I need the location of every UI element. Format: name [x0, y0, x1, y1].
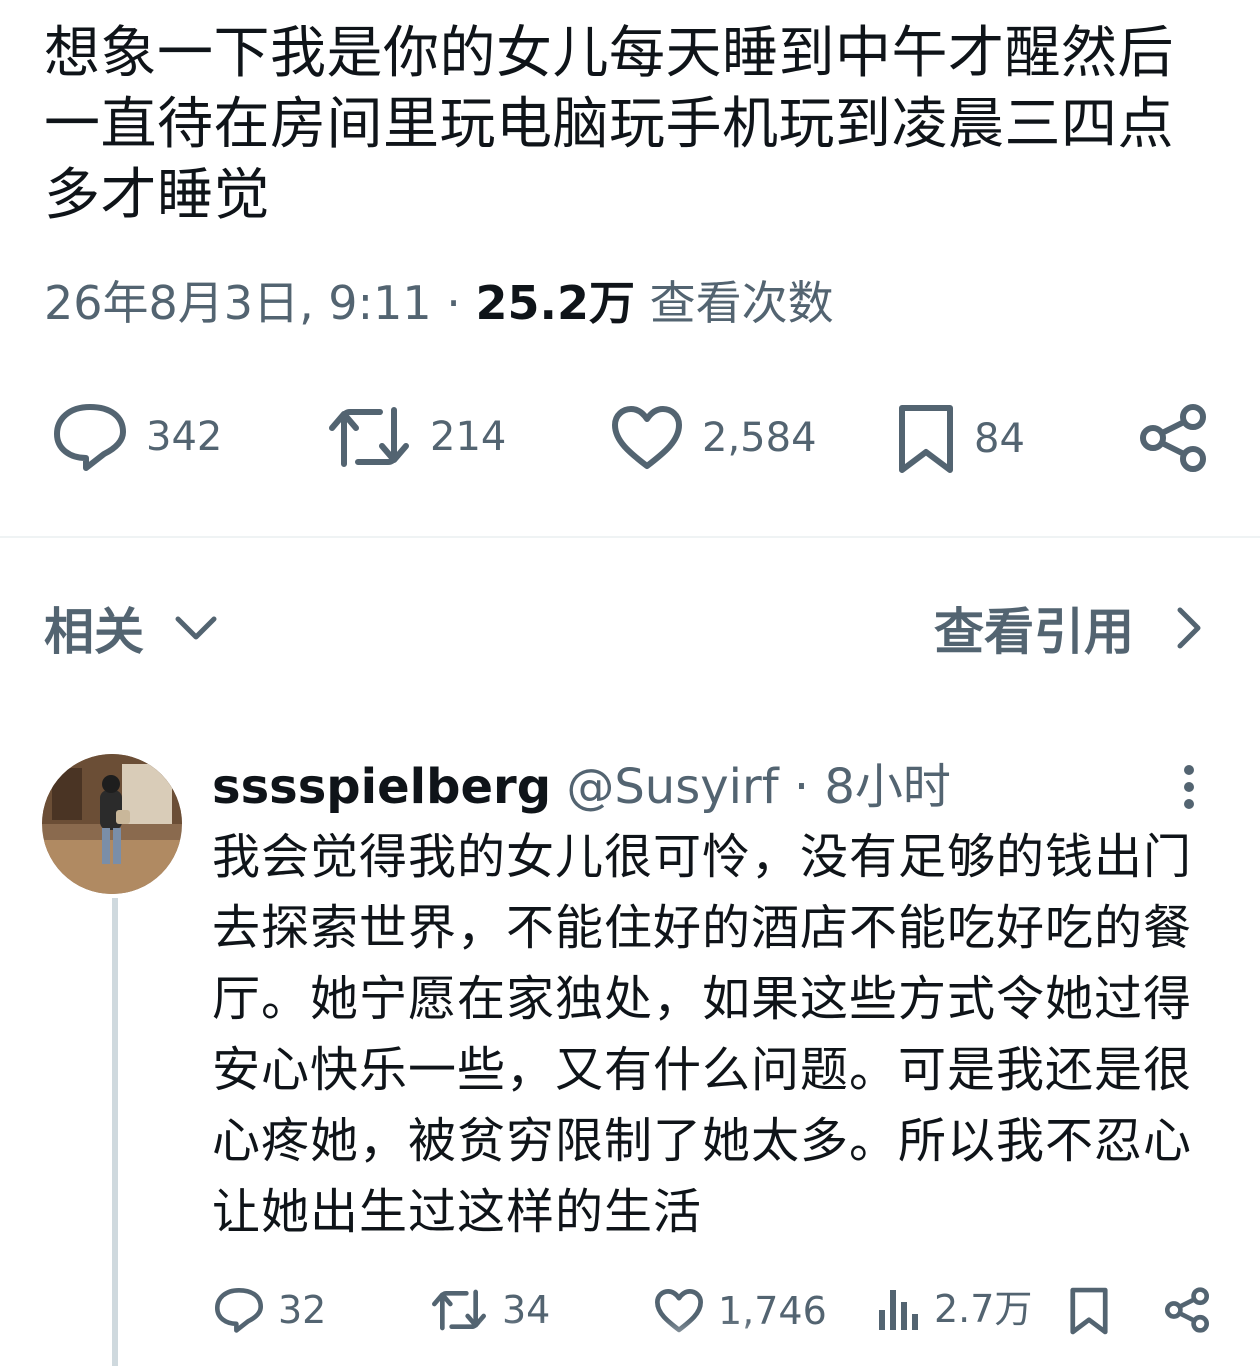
views-count: 25.2万: [475, 276, 635, 330]
retweet-button[interactable]: 214: [326, 404, 506, 470]
more-icon: [1184, 765, 1194, 809]
like-count: 2,584: [702, 415, 817, 461]
bookmark-icon: [899, 405, 953, 473]
chevron-right-icon: [1177, 607, 1201, 649]
reply-text: 我会觉得我的女儿很可怜，没有足够的钱出门去探索世界，不能住好的酒店不能吃好吃的餐…: [212, 829, 1193, 1240]
bookmark-count: 84: [974, 416, 1025, 462]
tweet-date[interactable]: 26年8月3日, 9:11: [44, 276, 432, 330]
chevron-down-icon: [175, 616, 217, 640]
reply-button[interactable]: 342: [52, 402, 222, 472]
view-quotes-label: 查看引用: [934, 603, 1134, 661]
divider: [0, 536, 1260, 538]
views-icon: [879, 1290, 918, 1330]
bookmark-icon: [1070, 1287, 1108, 1335]
more-button[interactable]: [1174, 764, 1204, 810]
reply-author-handle[interactable]: @Susyirf: [566, 759, 778, 815]
reply-bookmark-button[interactable]: [1068, 1286, 1110, 1336]
reply-count: 342: [146, 414, 223, 460]
related-toggle[interactable]: 相关: [44, 592, 218, 664]
reply-share-button[interactable]: [1164, 1286, 1210, 1334]
avatar-image: [42, 754, 182, 894]
reply-time[interactable]: 8小时: [824, 759, 951, 815]
reply-reply-count: 32: [278, 1288, 327, 1332]
reply-icon: [54, 404, 126, 471]
meta-separator: ·: [446, 276, 461, 330]
share-icon: [1140, 404, 1206, 472]
retweet-count: 214: [430, 414, 507, 460]
reply-views-button[interactable]: 2.7万: [876, 1286, 1032, 1332]
share-button[interactable]: [1138, 402, 1208, 474]
thread-line: [112, 898, 118, 1366]
tweet-meta: 26年8月3日, 9:11 · 25.2万 查看次数: [44, 268, 834, 338]
avatar[interactable]: [42, 754, 182, 894]
tweet-text: 想象一下我是你的女儿每天睡到中午才醒然后一直待在房间里玩电脑玩手机玩到凌晨三四点…: [44, 21, 1174, 228]
like-button[interactable]: 2,584: [610, 404, 817, 472]
views-label: 查看次数: [649, 276, 834, 330]
reply-views-count: 2.7万: [934, 1287, 1033, 1331]
bookmark-button[interactable]: 84: [896, 402, 1025, 476]
reply-reply-button[interactable]: 32: [214, 1286, 326, 1334]
reply-separator: ·: [793, 759, 810, 815]
related-label: 相关: [44, 603, 144, 661]
reply-icon: [214, 1287, 264, 1333]
reply-header: sssspielberg @Susyirf · 8小时: [212, 756, 951, 818]
retweet-icon: [329, 407, 409, 467]
reply-author-name[interactable]: sssspielberg: [212, 759, 551, 815]
share-icon: [1164, 1287, 1210, 1333]
view-quotes-link[interactable]: 查看引用: [934, 592, 1204, 664]
like-icon: [612, 406, 682, 469]
overlay-fade: [480, 1318, 760, 1366]
